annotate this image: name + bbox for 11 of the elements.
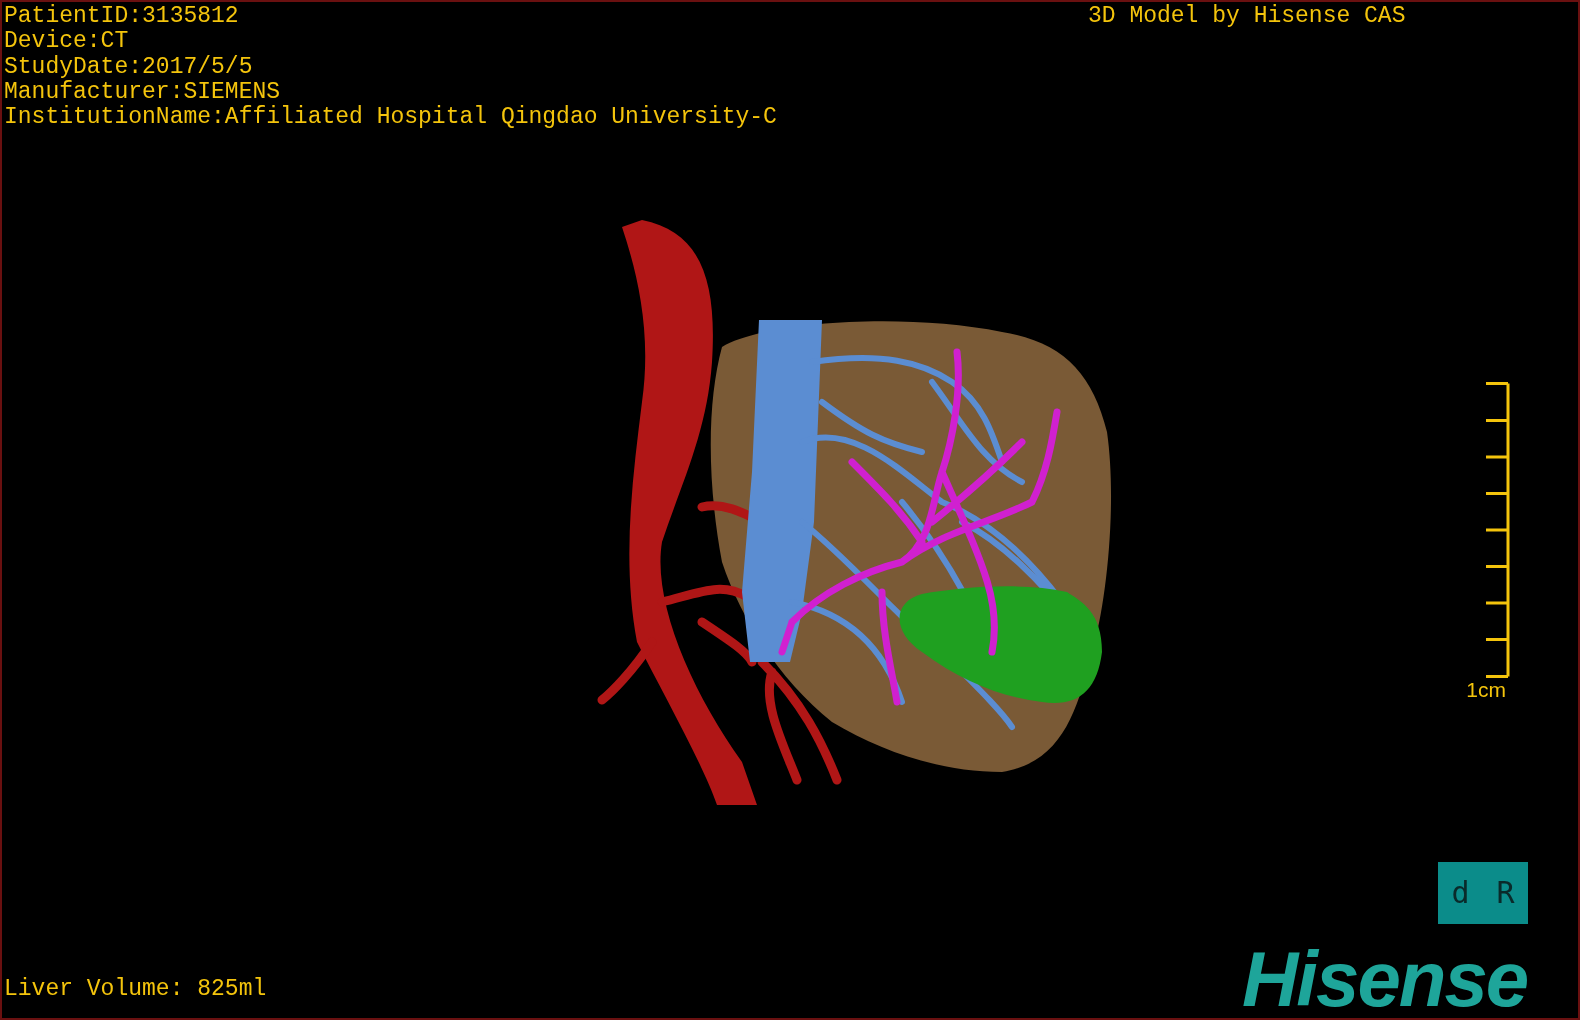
liver-volume: Liver Volume: 825ml [4,977,267,1003]
model-title: 3D Model by Hisense CAS [1088,4,1406,30]
patient-info-line: Manufacturer:SIEMENS [4,79,281,105]
patient-info-line: PatientID:3135812 [4,4,239,29]
brand-logo: Hisense [1242,940,1528,1018]
patient-info-line: StudyDate:2017/5/5 [4,54,253,80]
orientation-cube[interactable]: d R [1438,862,1528,924]
patient-info-line: InstitutionName:Affiliated Hospital Qingdao University-C [4,105,777,131]
scale-label: 1cm [1466,678,1506,702]
scale-bar-icon [1486,382,1510,678]
patient-info-line: Device:CT [4,29,129,55]
